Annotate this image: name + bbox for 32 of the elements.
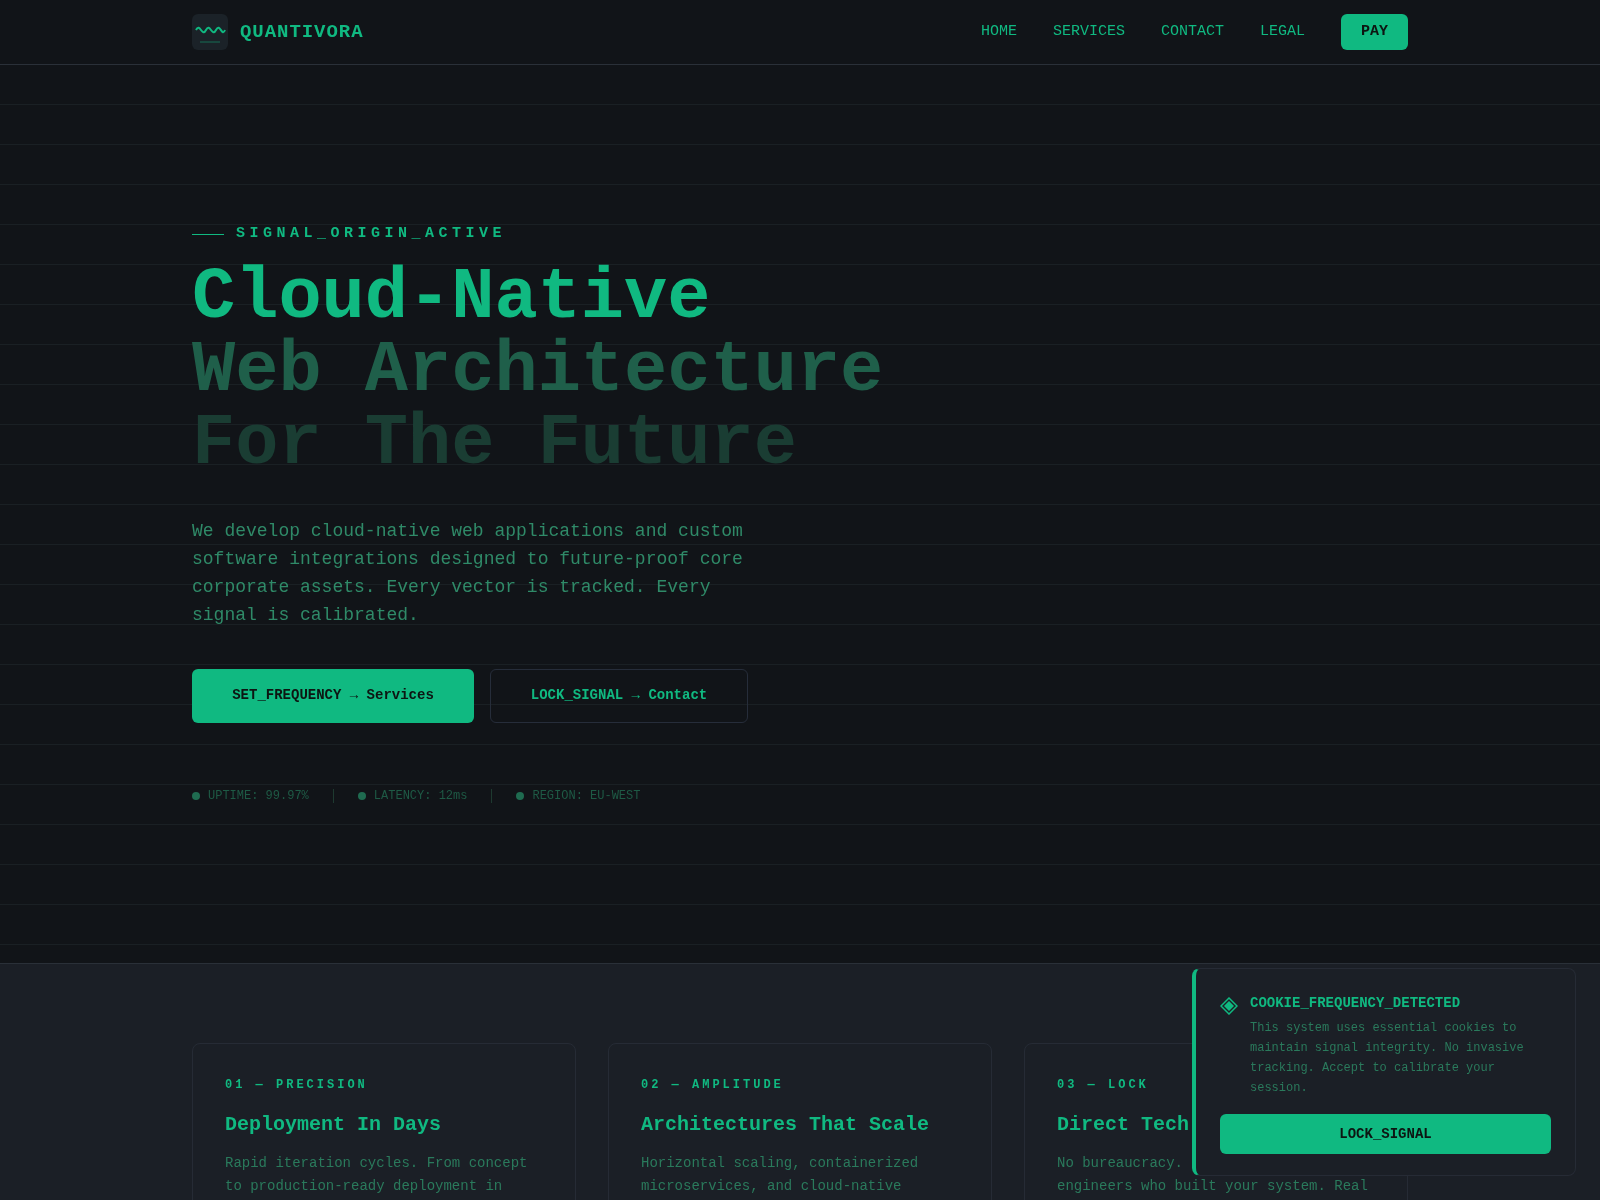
card-text: to production-ready deployment in — [225, 1177, 503, 1196]
card-text: Horizontal scaling, containerized — [641, 1154, 919, 1173]
card-text: microservices, and cloud-native — [641, 1177, 902, 1196]
card-eyebrow: 02 — AMPLITUDE — [641, 1077, 784, 1094]
status-label: LATENCY: 12ms — [373, 787, 468, 805]
nav-link[interactable]: SERVICES — [1052, 20, 1125, 44]
nav-link[interactable]: HOME — [980, 20, 1017, 44]
card-eyebrow: 01 — PRECISION — [225, 1077, 368, 1094]
card-text: engineers who built your system. Real — [1057, 1177, 1368, 1196]
card-title: Deployment In Days — [225, 1112, 442, 1138]
card-title: Architectures That Scale — [641, 1112, 930, 1138]
diamond-icon — [1220, 997, 1238, 1015]
pay-button[interactable]: PAY — [1341, 14, 1408, 50]
card-eyebrow: 03 — LOCK — [1057, 1077, 1149, 1094]
card-title: Direct Tech — [1057, 1112, 1190, 1138]
status-label: REGION: EU-WEST — [532, 787, 641, 805]
brand-name: QUANTIVORA — [240, 19, 364, 45]
card-text: No bureaucracy. — [1057, 1154, 1184, 1173]
cookie-text: This system uses essential cookies to maintain signal integrity. No invasive tracking. Accept to calibrate your session. — [1250, 1020, 1525, 1097]
services-button[interactable]: SET_FREQUENCY → Services — [192, 668, 474, 723]
accept-button[interactable]: LOCK_SIGNAL — [1220, 1114, 1551, 1154]
eyebrow-label: SIGNAL_ORIGIN_ACTIVE — [236, 224, 507, 244]
wave-logo-icon — [192, 14, 228, 50]
contact-button[interactable]: LOCK_SIGNAL → Contact — [490, 668, 748, 723]
card-text: Rapid iteration cycles. From concept — [225, 1154, 528, 1173]
hero-description: We develop cloud-native web applications and custom software integrations designed to future-proof core corporate assets. Every vector is tracked. Every signal is calibrated. — [192, 519, 744, 627]
cookie-title: COOKIE_FREQUENCY_DETECTED — [1250, 994, 1461, 1013]
nav-link[interactable]: LEGAL — [1259, 20, 1305, 44]
headline-line: Web Architecture — [192, 334, 884, 408]
status-label: UPTIME: 99.97% — [208, 787, 309, 805]
headline-line: Cloud-Native — [192, 261, 711, 335]
nav-link[interactable]: CONTACT — [1160, 20, 1224, 44]
